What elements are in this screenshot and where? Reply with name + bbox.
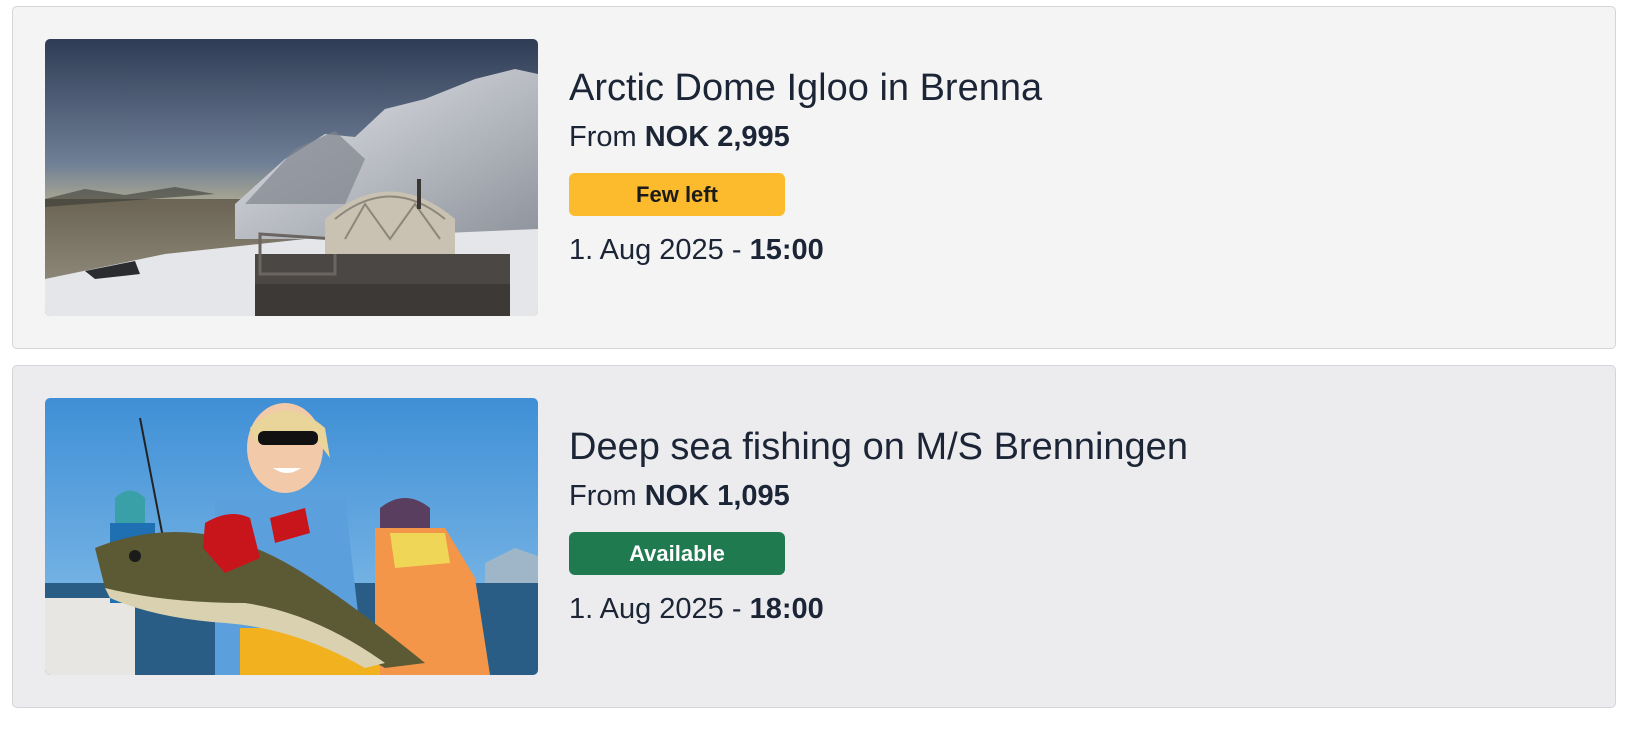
event-time: 18:00 <box>749 593 824 625</box>
event-image-arctic-dome[interactable] <box>45 39 538 316</box>
price-amount: NOK 1,095 <box>644 480 790 512</box>
price-prefix: From <box>569 480 637 512</box>
datetime-separator: - <box>723 593 750 625</box>
event-info: Deep sea fishing on M/S Brenningen From … <box>569 424 1188 627</box>
fishing-photo <box>45 398 538 675</box>
availability-badge: Available <box>569 532 785 575</box>
arctic-dome-photo <box>45 39 538 316</box>
event-title[interactable]: Arctic Dome Igloo in Brenna <box>569 65 1042 111</box>
datetime-separator: - <box>723 234 750 266</box>
event-price: From NOK 1,095 <box>569 478 1188 514</box>
event-image-deep-sea-fishing[interactable] <box>45 398 538 675</box>
event-time: 15:00 <box>749 234 824 266</box>
event-datetime: 1. Aug 2025 - 18:00 <box>569 591 1188 627</box>
event-card-arctic-dome[interactable]: Arctic Dome Igloo in Brenna From NOK 2,9… <box>12 6 1616 349</box>
event-list: Arctic Dome Igloo in Brenna From NOK 2,9… <box>12 6 1616 724</box>
event-datetime: 1. Aug 2025 - 15:00 <box>569 232 1042 268</box>
availability-badge: Few left <box>569 173 785 216</box>
event-price: From NOK 2,995 <box>569 119 1042 155</box>
event-card-deep-sea-fishing[interactable]: Deep sea fishing on M/S Brenningen From … <box>12 365 1616 708</box>
event-date: 1. Aug 2025 <box>569 234 724 266</box>
event-info: Arctic Dome Igloo in Brenna From NOK 2,9… <box>569 65 1042 268</box>
event-title[interactable]: Deep sea fishing on M/S Brenningen <box>569 424 1188 470</box>
price-prefix: From <box>569 121 637 153</box>
price-amount: NOK 2,995 <box>644 121 790 153</box>
event-date: 1. Aug 2025 <box>569 593 724 625</box>
